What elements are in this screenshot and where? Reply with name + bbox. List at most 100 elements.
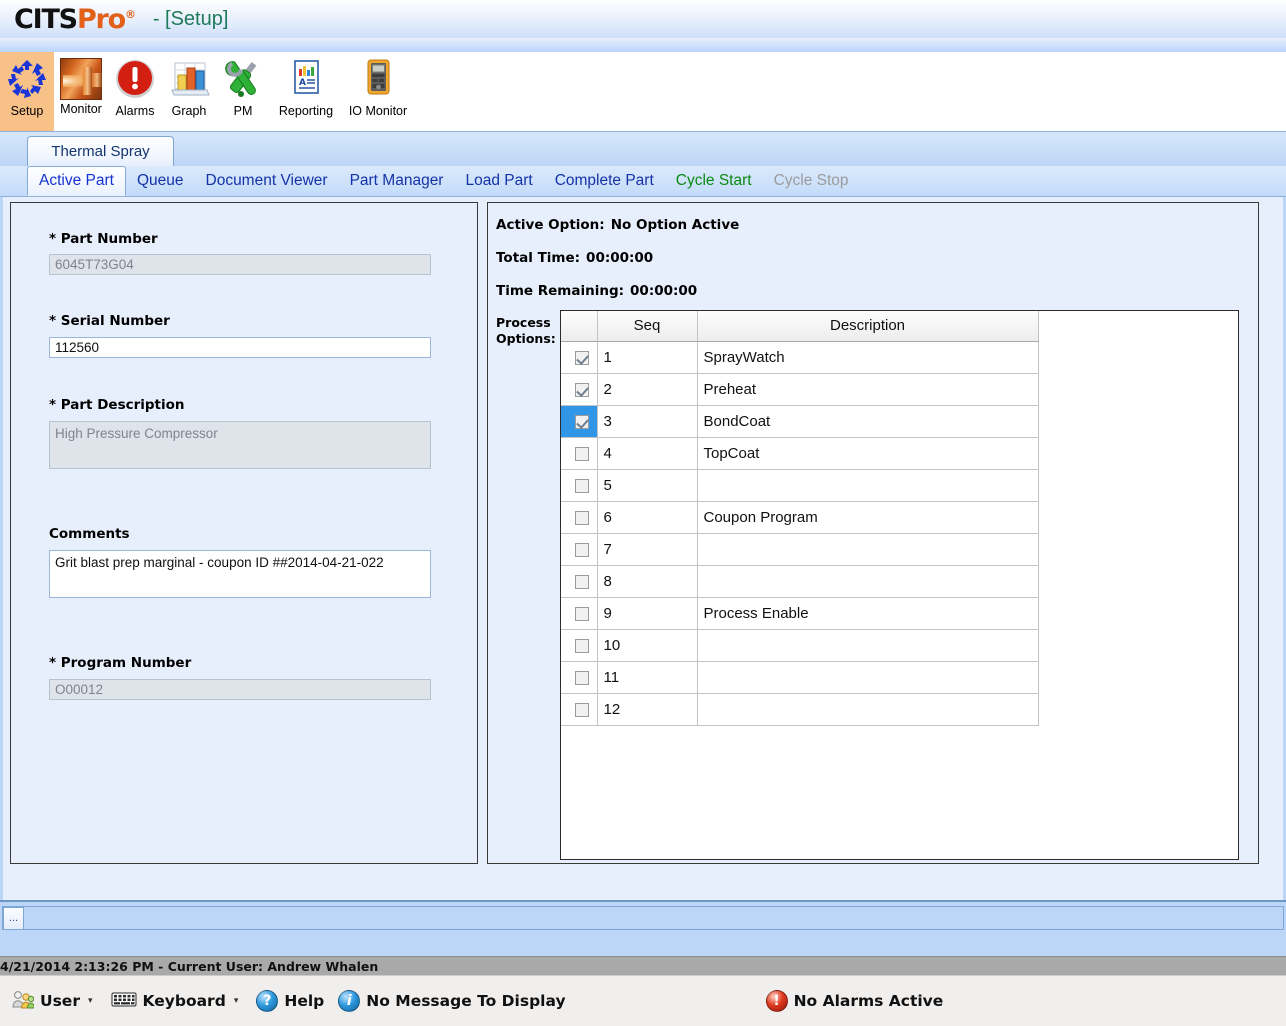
- table-row[interactable]: 2 Preheat: [561, 373, 1039, 406]
- checkbox-checked-icon[interactable]: [574, 382, 589, 397]
- logo-registered-icon: ®: [125, 7, 136, 21]
- checkbox-checked-icon[interactable]: [574, 350, 589, 365]
- checkbox-unchecked-icon[interactable]: [574, 478, 589, 493]
- process-option-seq: 4: [597, 437, 698, 470]
- toolbar-button-graph[interactable]: Graph: [162, 52, 216, 131]
- grid-body: 1 SprayWatch 2 Preheat 3 BondCoat 4 TopCoat 5 6 Co…: [561, 341, 1039, 726]
- process-option-checkbox-cell[interactable]: [561, 533, 598, 566]
- total-time-label: Total Time:: [496, 250, 581, 266]
- process-option-checkbox-cell[interactable]: [561, 693, 598, 726]
- checkbox-unchecked-icon[interactable]: [574, 446, 589, 461]
- total-time-row: Total Time: 00:00:00: [496, 250, 653, 266]
- process-option-checkbox-cell[interactable]: [561, 437, 598, 470]
- status-message-area: i No Message To Display: [338, 990, 566, 1012]
- tab-document-viewer[interactable]: Document Viewer: [195, 166, 339, 196]
- process-option-seq: 5: [597, 469, 698, 502]
- tab-complete-part[interactable]: Complete Part: [544, 166, 665, 196]
- part-number-input[interactable]: [49, 254, 431, 275]
- toolbar-label-pm: PM: [233, 104, 253, 118]
- table-row[interactable]: 4 TopCoat: [561, 437, 1039, 470]
- part-description-input[interactable]: High Pressure Compressor: [49, 421, 431, 469]
- inner-tab-strip: Active Part Queue Document Viewer Part M…: [0, 166, 1286, 197]
- status-keyboard-button[interactable]: Keyboard ▾: [111, 990, 243, 1012]
- user-dropdown-caret-icon[interactable]: ▾: [88, 996, 93, 1006]
- process-option-seq: 9: [597, 597, 698, 630]
- program-number-input[interactable]: [49, 679, 431, 700]
- checkbox-unchecked-icon[interactable]: [574, 574, 589, 589]
- process-option-checkbox-cell[interactable]: [561, 373, 598, 406]
- tab-cycle-stop: Cycle Stop: [763, 166, 860, 196]
- comments-input[interactable]: Grit blast prep marginal - coupon ID ##2…: [49, 550, 431, 598]
- part-details-panel: * Part Number * Serial Number * Part Des…: [10, 202, 478, 864]
- checkbox-unchecked-icon[interactable]: [574, 638, 589, 653]
- process-option-seq: 10: [597, 629, 698, 662]
- keyboard-dropdown-caret-icon[interactable]: ▾: [234, 996, 239, 1006]
- table-row[interactable]: 10: [561, 629, 1039, 662]
- setup-cycle-icon: [5, 56, 49, 102]
- status-user-button[interactable]: User ▾: [12, 989, 97, 1013]
- toolbar-button-monitor[interactable]: Monitor: [54, 52, 108, 131]
- tab-thermal-spray[interactable]: Thermal Spray: [27, 136, 174, 166]
- process-option-checkbox-cell[interactable]: [561, 469, 598, 502]
- table-row[interactable]: 9 Process Enable: [561, 597, 1039, 630]
- status-alarm-area[interactable]: ! No Alarms Active: [765, 990, 944, 1012]
- tab-part-manager-label: Part Manager: [349, 172, 444, 189]
- multimeter-icon: [356, 56, 400, 102]
- toolbar-button-reporting[interactable]: A Reporting: [270, 52, 342, 131]
- process-option-description: BondCoat: [697, 405, 1039, 438]
- checkbox-unchecked-icon[interactable]: [574, 670, 589, 685]
- table-row[interactable]: 1 SprayWatch: [561, 341, 1039, 374]
- process-option-seq: 7: [597, 533, 698, 566]
- toolbar-button-io-monitor[interactable]: IO Monitor: [342, 52, 414, 131]
- tab-part-manager[interactable]: Part Manager: [339, 166, 455, 196]
- process-panel: Active Option: No Option Active Total Tim…: [487, 202, 1259, 864]
- toolbar-button-pm[interactable]: PM: [216, 52, 270, 131]
- checkbox-unchecked-icon[interactable]: [574, 702, 589, 717]
- process-option-checkbox-cell[interactable]: [561, 341, 598, 374]
- tab-load-part[interactable]: Load Part: [454, 166, 543, 196]
- bottom-overflow-tab-label: ...: [8, 912, 19, 924]
- title-bar-filler: [0, 38, 1286, 52]
- process-option-checkbox-cell[interactable]: [561, 565, 598, 598]
- serial-number-label: * Serial Number: [49, 313, 170, 329]
- table-row[interactable]: 7: [561, 533, 1039, 566]
- bottom-overflow-tab[interactable]: ...: [3, 907, 24, 930]
- checkbox-unchecked-icon[interactable]: [574, 606, 589, 621]
- toolbar-button-alarms[interactable]: Alarms: [108, 52, 162, 131]
- checkbox-checked-icon[interactable]: [574, 414, 589, 429]
- table-row[interactable]: 12: [561, 693, 1039, 726]
- active-option-label: Active Option:: [496, 217, 605, 233]
- process-option-checkbox-cell[interactable]: [561, 501, 598, 534]
- toolbar-label-alarms: Alarms: [115, 104, 155, 118]
- logo-pro-text: Pro: [76, 3, 126, 35]
- process-option-checkbox-cell[interactable]: [561, 661, 598, 694]
- tab-cycle-start[interactable]: Cycle Start: [665, 166, 763, 196]
- serial-number-input[interactable]: [49, 337, 431, 358]
- tab-queue[interactable]: Queue: [126, 166, 195, 196]
- table-row[interactable]: 11: [561, 661, 1039, 694]
- window-title: - [Setup]: [152, 7, 229, 30]
- table-row[interactable]: 8: [561, 565, 1039, 598]
- bottom-tab-row: ...: [2, 906, 1284, 930]
- process-option-seq: 1: [597, 341, 698, 374]
- table-row[interactable]: 3 BondCoat: [561, 405, 1039, 438]
- process-option-description: [697, 661, 1039, 694]
- tab-load-part-label: Load Part: [465, 172, 533, 189]
- status-datetime-user: 4/21/2014 2:13:26 PM - Current User: And…: [0, 958, 379, 974]
- time-remaining-label: Time Remaining:: [496, 283, 625, 299]
- checkbox-unchecked-icon[interactable]: [574, 510, 589, 525]
- active-option-value: No Option Active: [610, 217, 740, 233]
- toolbar-label-monitor: Monitor: [60, 102, 102, 116]
- status-help-button[interactable]: ? Help: [256, 990, 324, 1012]
- toolbar-button-setup[interactable]: Setup: [0, 52, 54, 131]
- process-option-checkbox-cell[interactable]: [561, 629, 598, 662]
- bottom-strip: ...: [0, 900, 1286, 956]
- tab-active-part[interactable]: Active Part: [27, 166, 126, 196]
- status-alarm-text: No Alarms Active: [793, 992, 944, 1010]
- app-logo: CITSPro®: [14, 3, 136, 35]
- table-row[interactable]: 5: [561, 469, 1039, 502]
- table-row[interactable]: 6 Coupon Program: [561, 501, 1039, 534]
- process-option-checkbox-cell[interactable]: [561, 597, 598, 630]
- process-option-checkbox-cell[interactable]: [561, 405, 598, 438]
- checkbox-unchecked-icon[interactable]: [574, 542, 589, 557]
